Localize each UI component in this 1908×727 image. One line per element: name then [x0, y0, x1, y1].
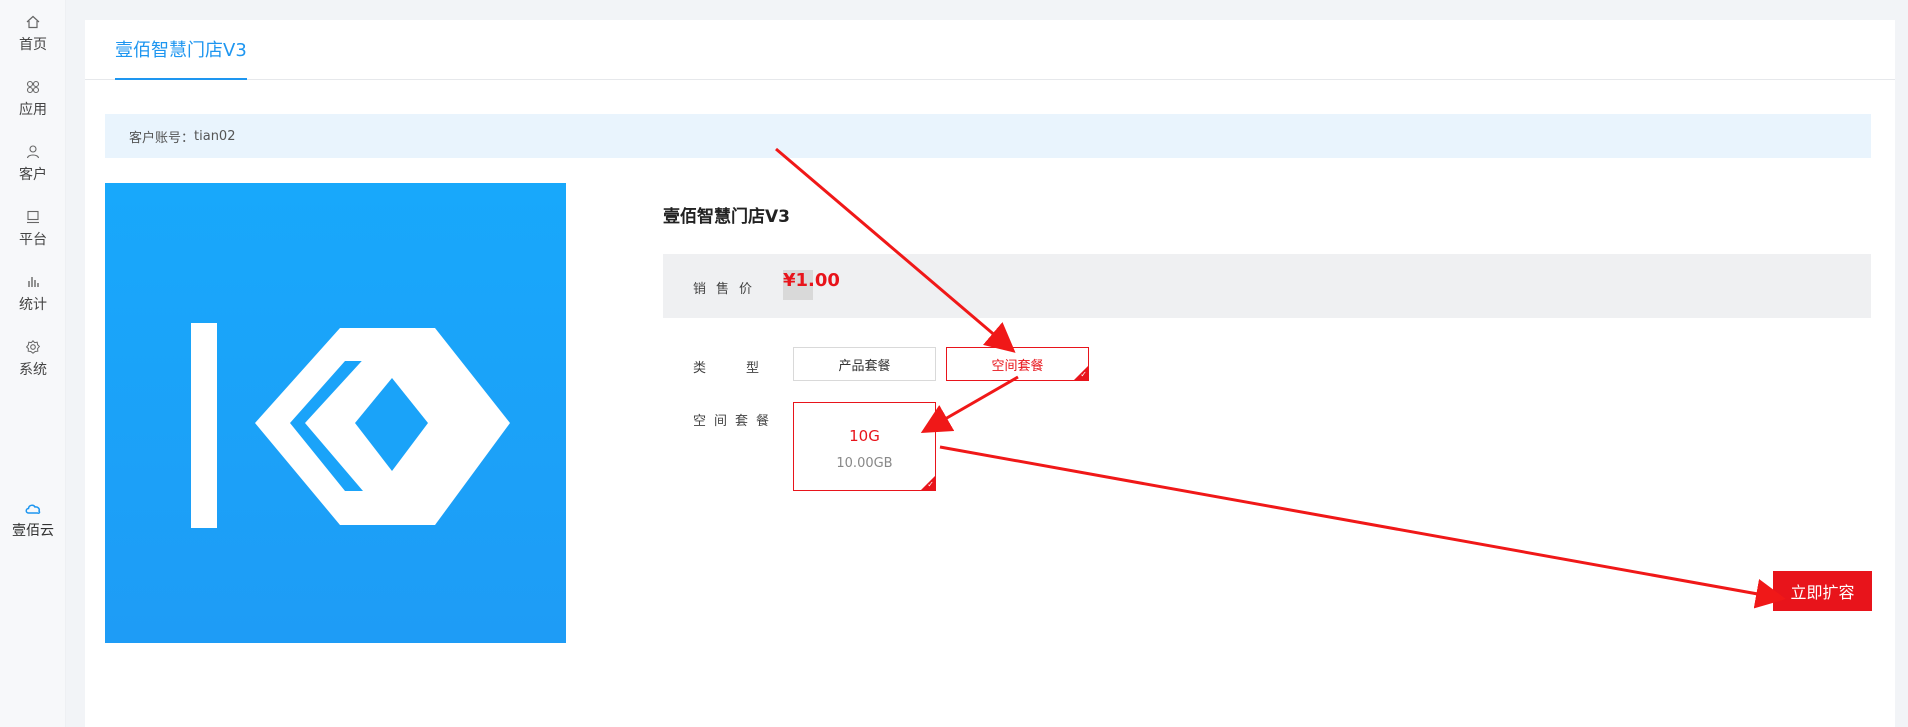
price-row: 销售价 ¥1.00 [663, 254, 1871, 318]
monitor-icon [27, 210, 39, 224]
package-size: 10.00GB [836, 456, 893, 471]
price-label: 销售价 [693, 282, 763, 297]
brand-logo-icon [191, 323, 510, 528]
option-space-package[interactable]: 空间套餐 ✓ [946, 347, 1089, 381]
option-label: 空间套餐 [991, 358, 1044, 374]
apps-icon [26, 80, 40, 94]
sidebar: 首页 应用 客户 平台 统计 系统 壹佰云 [0, 0, 66, 727]
package-name: 10G [849, 427, 880, 445]
sidebar-item-label: 壹佰云 [12, 523, 54, 539]
space-package-label: 空间套餐 [693, 414, 778, 429]
sidebar-item-cloud[interactable]: 壹佰云 [0, 490, 66, 546]
sidebar-item-system[interactable]: 系统 [0, 329, 66, 385]
check-icon: ✓ [1080, 370, 1087, 379]
bar-chart-icon [28, 277, 39, 287]
gear-icon [25, 340, 41, 354]
sidebar-item-customers[interactable]: 客户 [0, 134, 66, 190]
sidebar-item-home[interactable]: 首页 [0, 4, 66, 60]
sidebar-item-label: 系统 [19, 362, 47, 378]
home-icon [26, 15, 40, 29]
sidebar-item-statistics[interactable]: 统计 [0, 264, 66, 320]
sidebar-item-label: 平台 [19, 232, 47, 248]
user-icon [26, 145, 40, 159]
product-logo-image [105, 183, 566, 643]
sidebar-item-label: 客户 [19, 167, 47, 183]
expand-now-button[interactable]: 立即扩容 [1773, 571, 1872, 611]
sidebar-item-label: 首页 [19, 37, 47, 53]
sidebar-item-label: 应用 [19, 102, 47, 118]
tab-bar: 壹佰智慧门店V3 [85, 20, 1895, 80]
account-info-bar: 客户账号： tian02 [105, 114, 1871, 158]
option-label: 产品套餐 [838, 358, 891, 374]
sidebar-item-platform[interactable]: 平台 [0, 199, 66, 255]
sidebar-item-label: 统计 [19, 297, 47, 313]
product-title: 壹佰智慧门店V3 [663, 207, 790, 227]
cloud-icon [25, 504, 41, 514]
type-label: 类型 [693, 361, 800, 376]
account-label: 客户账号： [129, 130, 195, 146]
check-icon: ✓ [927, 480, 934, 489]
option-product-package[interactable]: 产品套餐 [793, 347, 936, 381]
account-value: tian02 [194, 128, 236, 144]
space-package-card[interactable]: 10G 10.00GB ✓ [793, 402, 936, 491]
sidebar-item-apps[interactable]: 应用 [0, 69, 66, 125]
price-value: ¥1.00 [783, 270, 840, 291]
tab-product[interactable]: 壹佰智慧门店V3 [115, 20, 247, 80]
